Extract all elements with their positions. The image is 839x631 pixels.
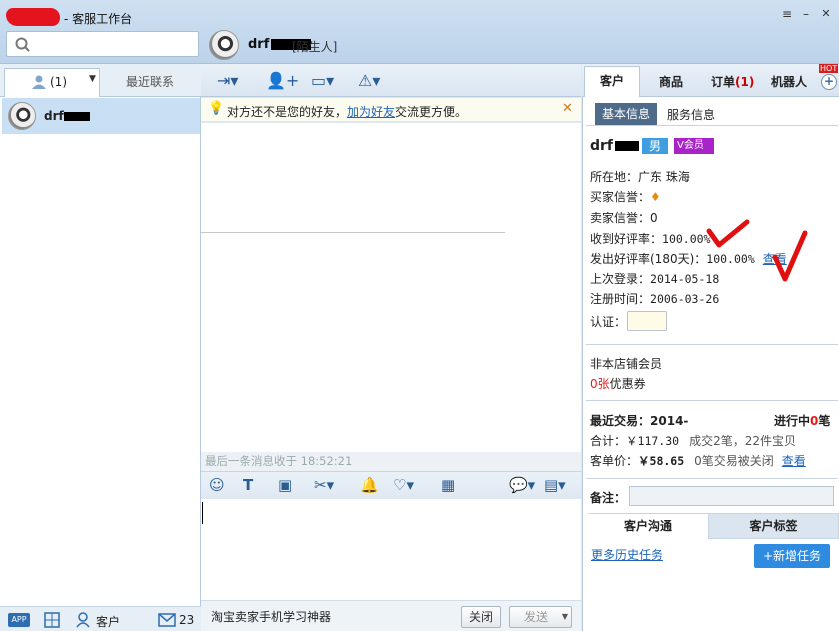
tab-customer-comm[interactable]: 客户沟通: [588, 513, 708, 539]
app-icon[interactable]: APP: [8, 613, 30, 627]
chat-avatar[interactable]: [209, 30, 239, 60]
redacted-mark: [6, 8, 60, 26]
chat-toolbar: [201, 64, 581, 97]
tab-contacts-count: (1): [50, 75, 67, 89]
note-label: 备注：: [590, 491, 627, 505]
contact-name: drf: [44, 109, 90, 123]
promo-text[interactable]: 淘宝卖家手机学习神器: [211, 608, 331, 625]
coupon-row: 0张优惠券: [590, 377, 646, 391]
total-row: 合计：￥117.30 成交2笔，22件宝贝: [590, 434, 796, 448]
buyer-credit-row: 买家信誉：♦: [590, 190, 661, 204]
history-tasks-link[interactable]: 更多历史任务: [591, 546, 663, 563]
ongoing-trades: 进行中0笔: [774, 414, 831, 428]
calculator-icon[interactable]: ▦: [441, 476, 455, 494]
shake-icon[interactable]: 🔔: [360, 476, 379, 494]
emoji-icon[interactable]: ☺: [209, 476, 225, 494]
grid-icon[interactable]: [44, 612, 60, 628]
add-tab-icon[interactable]: +: [821, 74, 837, 90]
recent-trade-row: 最近交易：2014-: [590, 414, 689, 428]
diamond-icon: ♦: [650, 190, 661, 204]
font-icon[interactable]: T: [243, 476, 253, 494]
record-icon[interactable]: ▤▾: [544, 476, 566, 494]
divider: [586, 344, 838, 345]
membership-status: 非本店铺会员: [590, 357, 663, 371]
notice-text-suffix: 交流更方便。: [395, 105, 468, 119]
close-button[interactable]: 关闭: [461, 606, 501, 628]
tab-order-label: 订单: [711, 75, 736, 89]
send-file-icon[interactable]: ⇥▾: [217, 72, 238, 90]
tab-contacts[interactable]: (1) ▼: [4, 68, 100, 97]
menu-icon[interactable]: ≡: [779, 7, 795, 21]
tab-customer[interactable]: 客户: [584, 66, 640, 97]
location-row: 所在地：广东 珠海: [590, 170, 690, 184]
order-count-badge: (1): [735, 75, 755, 89]
heart-icon[interactable]: ♡▾: [393, 476, 414, 494]
contact-avatar: [8, 102, 36, 130]
check-mark-icon: [772, 230, 808, 282]
divider: [586, 400, 838, 401]
friend-notice: 💡 对方还不是您的好友，加为好友交流更方便。 ✕: [201, 98, 581, 122]
contact-list-item[interactable]: drf: [2, 98, 200, 134]
add-task-button[interactable]: +新增任务: [754, 544, 830, 568]
chevron-down-icon[interactable]: ▼: [562, 607, 568, 627]
tab-product[interactable]: 商品: [659, 73, 683, 90]
tab-robot[interactable]: 机器人: [771, 73, 807, 90]
tab-service-info[interactable]: 服务信息: [667, 106, 715, 123]
last-message-time: 最后一条消息收于 18:52:21: [201, 452, 581, 471]
contact-panel: [0, 64, 201, 631]
redacted-area: [690, 410, 724, 426]
customer-name: drf: [590, 138, 640, 154]
scissors-icon[interactable]: ✂▾: [314, 476, 334, 494]
send-label: 发送: [524, 610, 549, 624]
customer-icon: [76, 612, 90, 628]
message-input[interactable]: [201, 499, 581, 600]
given-rate-row: 发出好评率(180天)：100.00% 查看: [590, 252, 787, 266]
image-icon[interactable]: ▣: [278, 476, 292, 494]
check-mark-icon: [706, 219, 750, 248]
vip-icon: V: [677, 140, 684, 151]
add-friend-link[interactable]: 加为好友: [347, 105, 395, 119]
unit-price-row: 客单价：￥58.65 0笔交易被关闭 查看: [590, 454, 806, 468]
chevron-down-icon[interactable]: ▼: [89, 74, 96, 84]
mail-icon[interactable]: [158, 613, 176, 627]
note-input[interactable]: [629, 486, 834, 506]
quick-reply-icon[interactable]: 💬▾: [509, 476, 535, 494]
seller-credit-row: 卖家信誉：0: [590, 211, 658, 225]
id-card-icon[interactable]: [627, 311, 667, 331]
window-title: - 客服工作台: [64, 12, 133, 26]
divider: [586, 478, 838, 479]
alert-icon[interactable]: ⚠▾: [358, 72, 380, 90]
send-button[interactable]: 发送 ▼: [509, 606, 572, 628]
tab-customer-tags[interactable]: 客户标签: [708, 513, 839, 539]
last-login-row: 上次登录：2014-05-18: [590, 272, 720, 286]
text-caret: [202, 502, 203, 524]
close-window-icon[interactable]: ✕: [818, 7, 834, 21]
auth-row: 认证：: [590, 315, 627, 329]
close-notice-icon[interactable]: ✕: [562, 101, 573, 116]
received-rate-row: 收到好评率：100.00%: [590, 232, 711, 246]
minimize-icon[interactable]: –: [798, 7, 814, 21]
search-icon: [15, 37, 30, 52]
tab-recent[interactable]: 最近联系: [102, 71, 198, 93]
search-input[interactable]: [6, 31, 199, 57]
chat-contact-relation: [陌生人]: [292, 40, 338, 54]
mail-count: 23: [179, 613, 195, 627]
screen-share-icon[interactable]: ▭▾: [311, 72, 334, 90]
view-trades-link[interactable]: 查看: [782, 454, 806, 468]
divider: [201, 232, 505, 233]
person-icon: [32, 75, 46, 89]
tab-basic-info[interactable]: 基本信息: [595, 103, 657, 125]
vip-badge: V会员: [674, 138, 714, 154]
customer-button[interactable]: 客户: [96, 613, 120, 630]
register-row: 注册时间：2006-03-26: [590, 292, 720, 306]
notice-text: 对方还不是您的好友，: [227, 105, 348, 119]
add-friend-icon[interactable]: 👤+: [266, 72, 299, 90]
tab-order[interactable]: 订单(1): [711, 73, 754, 90]
gender-badge: 男: [642, 138, 668, 154]
divider: [586, 125, 838, 126]
hot-badge: HOT: [819, 64, 839, 73]
bulb-icon: 💡: [208, 101, 225, 116]
chat-messages[interactable]: [201, 123, 581, 471]
